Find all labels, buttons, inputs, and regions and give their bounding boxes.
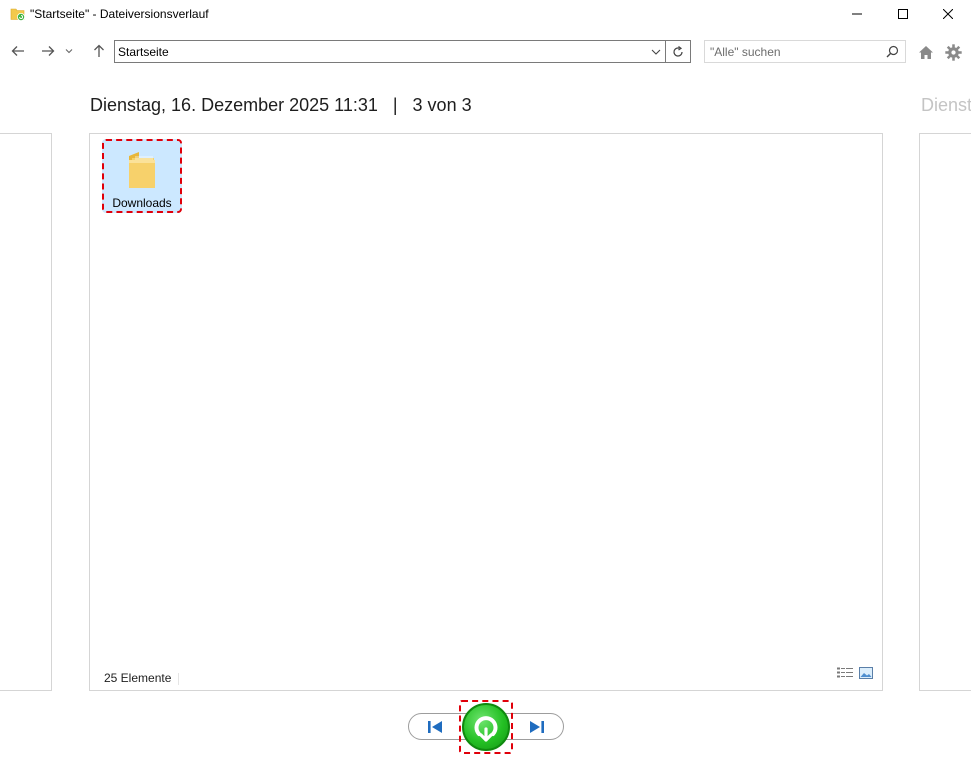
address-text: Startseite bbox=[118, 45, 169, 59]
gear-icon bbox=[944, 43, 962, 61]
address-bar[interactable]: Startseite bbox=[114, 40, 666, 63]
maximize-button[interactable] bbox=[880, 0, 926, 28]
large-icons-view-icon bbox=[859, 667, 873, 679]
folder-label: Downloads bbox=[112, 196, 172, 210]
restore-icon bbox=[474, 716, 498, 742]
folder-item-downloads[interactable]: Downloads bbox=[102, 139, 182, 213]
current-version-panel: Downloads 25 Elemente bbox=[89, 133, 883, 691]
back-button[interactable] bbox=[8, 40, 28, 62]
arrow-right-icon bbox=[42, 46, 55, 56]
skip-previous-icon bbox=[428, 720, 442, 733]
settings-button[interactable] bbox=[942, 42, 964, 62]
file-history-icon bbox=[10, 6, 26, 22]
version-header: Dienstag, 16. Dezember 2025 11:31 | 3 von … bbox=[90, 95, 472, 116]
next-version-panel[interactable] bbox=[919, 133, 971, 691]
version-date: Dienstag, 16. Dezember 2025 11:31 bbox=[90, 95, 378, 115]
chevron-down-icon bbox=[65, 49, 73, 54]
previous-version-button[interactable] bbox=[418, 716, 452, 737]
home-icon bbox=[919, 45, 933, 59]
maximize-icon bbox=[898, 9, 908, 19]
previous-version-panel[interactable] bbox=[0, 133, 52, 691]
item-count: 25 Elemente bbox=[104, 671, 172, 685]
arrow-up-icon bbox=[94, 44, 104, 57]
up-button[interactable] bbox=[89, 40, 109, 62]
restore-button[interactable] bbox=[462, 703, 510, 751]
forward-button[interactable] bbox=[38, 40, 58, 62]
minimize-icon bbox=[852, 13, 862, 15]
refresh-button[interactable] bbox=[666, 40, 691, 63]
address-dropdown-button[interactable] bbox=[647, 41, 665, 62]
details-view-button[interactable] bbox=[837, 666, 853, 684]
large-icons-view-button[interactable] bbox=[859, 666, 873, 684]
header-separator: | bbox=[392, 95, 398, 115]
navigation-bar: Startseite bbox=[0, 36, 971, 66]
next-version-button[interactable] bbox=[520, 716, 554, 737]
home-button[interactable] bbox=[915, 42, 937, 62]
status-divider bbox=[178, 673, 179, 685]
chevron-down-icon bbox=[651, 49, 661, 55]
search-input[interactable] bbox=[710, 44, 880, 60]
search-icon[interactable] bbox=[886, 45, 899, 63]
search-box[interactable] bbox=[704, 40, 906, 63]
next-version-date: Dienstag bbox=[921, 95, 971, 115]
title-bar: "Startseite" - Dateiversionsverlauf bbox=[0, 0, 971, 28]
close-icon bbox=[943, 9, 953, 19]
close-button[interactable] bbox=[925, 0, 971, 28]
window-title: "Startseite" - Dateiversionsverlauf bbox=[30, 7, 209, 21]
minimize-button[interactable] bbox=[834, 0, 880, 28]
skip-next-icon bbox=[530, 720, 544, 733]
version-position: 3 von 3 bbox=[412, 95, 472, 115]
recent-locations-button[interactable] bbox=[62, 40, 76, 62]
arrow-left-icon bbox=[11, 46, 24, 56]
refresh-icon bbox=[673, 45, 683, 57]
details-view-icon bbox=[837, 667, 853, 678]
folder-icon bbox=[126, 150, 158, 195]
